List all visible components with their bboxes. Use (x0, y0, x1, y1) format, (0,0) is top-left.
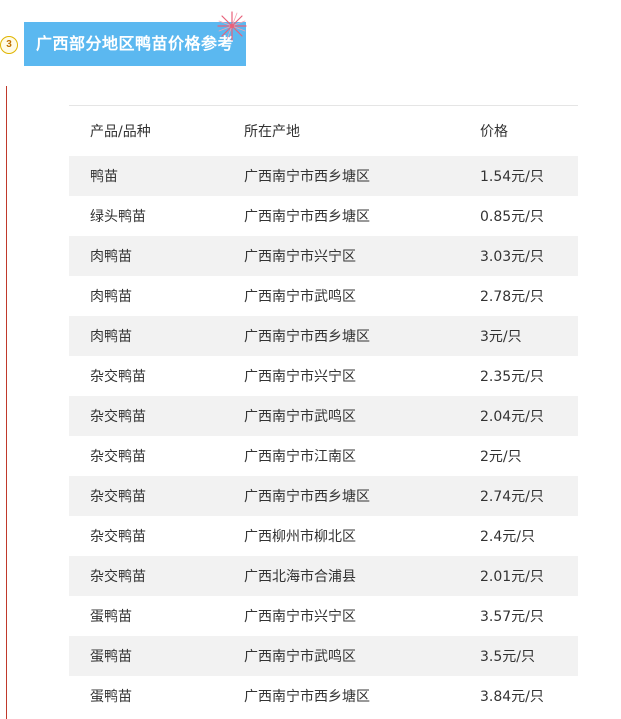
cell-origin: 广西南宁市兴宁区 (244, 356, 480, 396)
cell-product: 杂交鸭苗 (69, 476, 244, 516)
cell-price: 3.84元/只 (480, 676, 578, 716)
cell-origin: 广西南宁市西乡塘区 (244, 316, 480, 356)
table-row: 肉鸭苗 广西南宁市兴宁区 3.03元/只 (69, 236, 578, 276)
cell-price: 1.54元/只 (480, 156, 578, 196)
step-number-badge: 3 (0, 36, 18, 54)
cell-origin: 广西南宁市西乡塘区 (244, 196, 480, 236)
cell-price: 2.74元/只 (480, 476, 578, 516)
header-origin: 所在产地 (244, 124, 300, 140)
table-row: 蛋鸭苗 广西南宁市兴宁区 3.57元/只 (69, 596, 578, 636)
table-row: 肉鸭苗 广西南宁市武鸣区 2.78元/只 (69, 276, 578, 316)
table-row: 蛋鸭苗 广西南宁市武鸣区 3.5元/只 (69, 636, 578, 676)
price-table: 产品/品种 所在产地 价格 鸭苗 广西南宁市西乡塘区 1.54元/只 绿头鸭苗 广西南宁… (69, 105, 578, 716)
table-body: 鸭苗 广西南宁市西乡塘区 1.54元/只 绿头鸭苗 广西南宁市西乡塘区 0.85元/只 肉鸭… (69, 156, 578, 716)
section-title: 广西部分地区鸭苗价格参考 (24, 22, 246, 66)
cell-origin: 广西南宁市兴宁区 (244, 596, 480, 636)
cell-origin: 广西南宁市兴宁区 (244, 236, 480, 276)
header-product: 产品/品种 (90, 124, 151, 140)
table-row: 杂交鸭苗 广西南宁市兴宁区 2.35元/只 (69, 356, 578, 396)
table-row: 绿头鸭苗 广西南宁市西乡塘区 0.85元/只 (69, 196, 578, 236)
cell-origin: 广西柳州市柳北区 (244, 516, 480, 556)
cell-product: 杂交鸭苗 (69, 356, 244, 396)
cell-origin: 广西南宁市西乡塘区 (244, 156, 480, 196)
cell-price: 2.01元/只 (480, 556, 578, 596)
cell-price: 0.85元/只 (480, 196, 578, 236)
table-header: 产品/品种 所在产地 价格 (69, 106, 578, 157)
cell-product: 蛋鸭苗 (69, 596, 244, 636)
cell-origin: 广西南宁市西乡塘区 (244, 676, 480, 716)
cell-product: 杂交鸭苗 (69, 556, 244, 596)
cell-origin: 广西南宁市武鸣区 (244, 636, 480, 676)
table-row: 杂交鸭苗 广西南宁市江南区 2元/只 (69, 436, 578, 476)
cell-price: 3.5元/只 (480, 636, 578, 676)
cell-product: 杂交鸭苗 (69, 436, 244, 476)
table-row: 杂交鸭苗 广西北海市合浦县 2.01元/只 (69, 556, 578, 596)
cell-origin: 广西南宁市武鸣区 (244, 396, 480, 436)
cell-price: 2.35元/只 (480, 356, 578, 396)
cell-product: 绿头鸭苗 (69, 196, 244, 236)
firework-icon (217, 11, 247, 41)
table-row: 鸭苗 广西南宁市西乡塘区 1.54元/只 (69, 156, 578, 196)
table-row: 肉鸭苗 广西南宁市西乡塘区 3元/只 (69, 316, 578, 356)
table-row: 杂交鸭苗 广西南宁市武鸣区 2.04元/只 (69, 396, 578, 436)
cell-origin: 广西南宁市西乡塘区 (244, 476, 480, 516)
table-row: 杂交鸭苗 广西柳州市柳北区 2.4元/只 (69, 516, 578, 556)
table-row: 杂交鸭苗 广西南宁市西乡塘区 2.74元/只 (69, 476, 578, 516)
cell-product: 蛋鸭苗 (69, 676, 244, 716)
table-header-row: 产品/品种 所在产地 价格 (69, 106, 578, 157)
cell-origin: 广西南宁市武鸣区 (244, 276, 480, 316)
cell-product: 杂交鸭苗 (69, 516, 244, 556)
cell-product: 鸭苗 (69, 156, 244, 196)
cell-product: 杂交鸭苗 (69, 396, 244, 436)
cell-product: 肉鸭苗 (69, 236, 244, 276)
cell-product: 肉鸭苗 (69, 276, 244, 316)
cell-price: 2.4元/只 (480, 516, 578, 556)
left-accent-line (6, 86, 7, 719)
cell-product: 蛋鸭苗 (69, 636, 244, 676)
section-header: 3 广西部分地区鸭苗价格参考 (0, 11, 260, 66)
cell-price: 2元/只 (480, 436, 578, 476)
cell-price: 2.04元/只 (480, 396, 578, 436)
cell-product: 肉鸭苗 (69, 316, 244, 356)
cell-price: 3元/只 (480, 316, 578, 356)
cell-price: 2.78元/只 (480, 276, 578, 316)
cell-origin: 广西南宁市江南区 (244, 436, 480, 476)
cell-price: 3.57元/只 (480, 596, 578, 636)
header-price: 价格 (480, 124, 508, 140)
table-row: 蛋鸭苗 广西南宁市西乡塘区 3.84元/只 (69, 676, 578, 716)
cell-origin: 广西北海市合浦县 (244, 556, 480, 596)
cell-price: 3.03元/只 (480, 236, 578, 276)
